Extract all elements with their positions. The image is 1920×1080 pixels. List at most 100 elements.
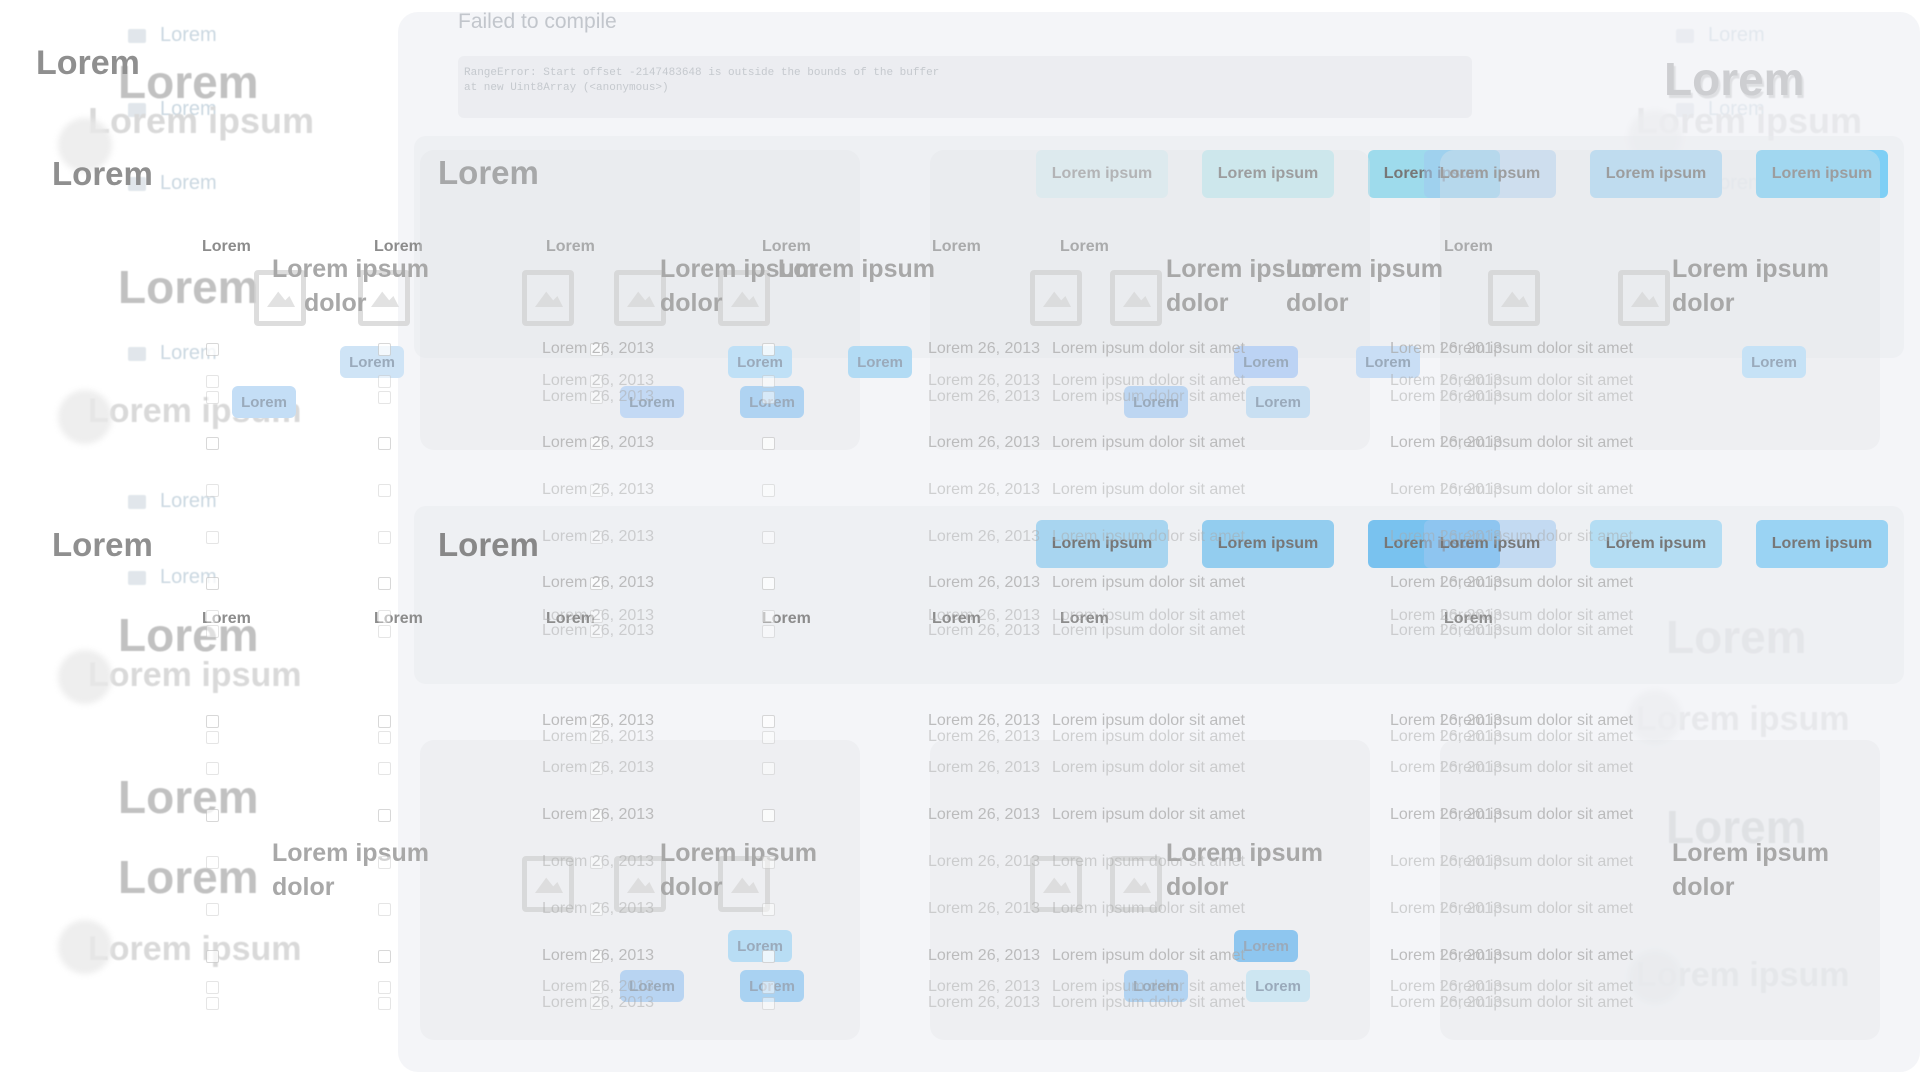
- row-checkbox[interactable]: [206, 856, 219, 869]
- row-date: Lorem 26, 2013: [542, 434, 655, 451]
- row-checkbox[interactable]: [378, 531, 391, 544]
- row-checkbox[interactable]: [206, 809, 219, 822]
- row-checkbox[interactable]: [378, 343, 391, 356]
- row-checkbox[interactable]: [762, 762, 775, 775]
- row-checkbox[interactable]: [762, 715, 775, 728]
- row-checkbox[interactable]: [206, 950, 219, 963]
- row-checkbox[interactable]: [762, 343, 775, 356]
- row-checkbox[interactable]: [206, 375, 219, 388]
- row-date: Lorem 26, 2013: [928, 340, 1041, 357]
- image-placeholder-icon: [614, 270, 666, 326]
- row-checkbox[interactable]: [378, 391, 391, 404]
- tag-pill[interactable]: Lorem: [1246, 970, 1310, 1002]
- sidebar-item[interactable]: Lorem: [128, 24, 217, 47]
- row-description: Lorem ipsum dolor sit amet: [1052, 806, 1245, 823]
- row-checkbox[interactable]: [762, 856, 775, 869]
- row-date: Lorem 26, 2013: [542, 728, 655, 745]
- row-checkbox[interactable]: [206, 762, 219, 775]
- row-description: Lorem ipsum dolor sit amet: [1052, 528, 1245, 545]
- row-checkbox[interactable]: [206, 715, 219, 728]
- tag-pill[interactable]: Lorem: [340, 346, 404, 378]
- row-checkbox[interactable]: [378, 950, 391, 963]
- row-checkbox[interactable]: [378, 437, 391, 450]
- row-checkbox[interactable]: [206, 610, 219, 623]
- row-checkbox[interactable]: [762, 577, 775, 590]
- row-date: Lorem 26, 2013: [928, 481, 1041, 498]
- row-checkbox[interactable]: [206, 531, 219, 544]
- row-description: Lorem ipsum dolor sit amet: [1440, 853, 1633, 870]
- row-checkbox[interactable]: [378, 856, 391, 869]
- sidebar-item[interactable]: Lorem: [128, 566, 217, 589]
- panel-title: Lorem: [438, 526, 539, 563]
- error-code-block: RangeError: Start offset -2147483648 is …: [458, 56, 1472, 118]
- row-checkbox[interactable]: [762, 391, 775, 404]
- row-checkbox[interactable]: [762, 375, 775, 388]
- row-checkbox[interactable]: [762, 903, 775, 916]
- row-date: Lorem 26, 2013: [542, 340, 655, 357]
- left-heading: Lorem: [52, 155, 153, 192]
- row-checkbox[interactable]: [378, 375, 391, 388]
- row-checkbox[interactable]: [762, 997, 775, 1010]
- row-checkbox[interactable]: [378, 903, 391, 916]
- row-checkbox[interactable]: [378, 484, 391, 497]
- product-name: Lorem ipsum dolor: [272, 839, 429, 901]
- sidebar-subtitle: Lorem ipsum: [88, 930, 302, 968]
- tag-pill[interactable]: Lorem: [848, 346, 912, 378]
- sidebar-item[interactable]: Lorem: [128, 490, 217, 513]
- row-checkbox[interactable]: [762, 809, 775, 822]
- row-date: Lorem 26, 2013: [542, 806, 655, 823]
- tag-pill[interactable]: Lorem: [232, 386, 296, 418]
- row-checkbox[interactable]: [206, 981, 219, 994]
- row-checkbox[interactable]: [378, 981, 391, 994]
- row-checkbox[interactable]: [206, 437, 219, 450]
- row-date: Lorem 26, 2013: [928, 388, 1041, 405]
- row-date: Lorem 26, 2013: [928, 728, 1041, 745]
- row-checkbox[interactable]: [762, 950, 775, 963]
- row-checkbox[interactable]: [206, 625, 219, 638]
- row-description: Lorem ipsum dolor sit amet: [1440, 947, 1633, 964]
- row-date: Lorem 26, 2013: [928, 434, 1041, 451]
- product-name: Lorem ipsum dolor: [1672, 255, 1829, 317]
- row-checkbox[interactable]: [378, 715, 391, 728]
- row-checkbox[interactable]: [762, 531, 775, 544]
- row-checkbox[interactable]: [378, 997, 391, 1010]
- image-placeholder-icon: [1488, 270, 1540, 326]
- row-checkbox[interactable]: [378, 610, 391, 623]
- row-description: Lorem ipsum dolor sit amet: [1440, 806, 1633, 823]
- row-checkbox[interactable]: [762, 981, 775, 994]
- row-checkbox[interactable]: [206, 577, 219, 590]
- row-checkbox[interactable]: [206, 731, 219, 744]
- row-checkbox[interactable]: [762, 731, 775, 744]
- row-checkbox[interactable]: [206, 484, 219, 497]
- row-checkbox[interactable]: [206, 997, 219, 1010]
- row-date: Lorem 26, 2013: [928, 528, 1041, 545]
- truck-icon: [128, 570, 146, 585]
- sidebar-item[interactable]: Lorem: [128, 342, 217, 365]
- row-checkbox[interactable]: [762, 437, 775, 450]
- column-header[interactable]: Lorem: [202, 238, 251, 256]
- row-checkbox[interactable]: [378, 762, 391, 775]
- image-placeholder-icon: [1618, 270, 1670, 326]
- row-checkbox[interactable]: [206, 391, 219, 404]
- tag-pill[interactable]: Lorem: [728, 346, 792, 378]
- row-checkbox[interactable]: [378, 577, 391, 590]
- sidebar-item-label: Lorem: [160, 24, 217, 46]
- tag-pill[interactable]: Lorem: [1246, 386, 1310, 418]
- row-checkbox[interactable]: [378, 731, 391, 744]
- row-checkbox[interactable]: [762, 484, 775, 497]
- row-checkbox[interactable]: [206, 343, 219, 356]
- truck-icon: [128, 346, 146, 361]
- row-description: Lorem ipsum dolor sit amet: [1440, 574, 1633, 591]
- row-date: Lorem 26, 2013: [542, 388, 655, 405]
- row-checkbox[interactable]: [378, 809, 391, 822]
- row-checkbox[interactable]: [378, 625, 391, 638]
- row-checkbox[interactable]: [762, 625, 775, 638]
- tag-pill[interactable]: Lorem: [728, 930, 792, 962]
- avatar: [58, 650, 112, 704]
- row-description: Lorem ipsum dolor sit amet: [1052, 994, 1245, 1011]
- row-checkbox[interactable]: [206, 903, 219, 916]
- row-checkbox[interactable]: [762, 610, 775, 623]
- action-button[interactable]: Lorem ipsum: [1756, 520, 1888, 568]
- tag-pill[interactable]: Lorem: [1742, 346, 1806, 378]
- row-description: Lorem ipsum dolor sit amet: [1440, 481, 1633, 498]
